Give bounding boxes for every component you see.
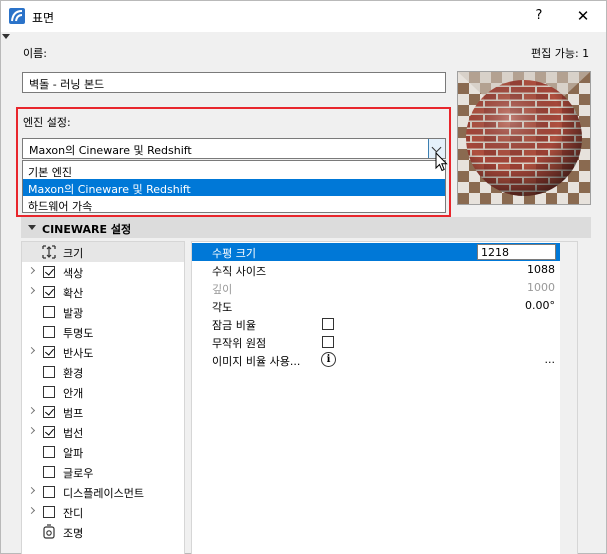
surface-dialog: 표면 ? ✕ 이름: 편집 가능: 1 벽돌 - 러닝 본드 엔진 설정: Ma…: [0, 0, 607, 554]
tree-item-color[interactable]: 색상: [22, 262, 184, 282]
light-icon: [43, 524, 55, 539]
tree-checkbox[interactable]: [43, 446, 55, 458]
close-button[interactable]: ✕: [571, 5, 595, 27]
tree-item-glow[interactable]: 글로우: [22, 462, 184, 482]
tree-checkbox[interactable]: [43, 506, 55, 518]
tree-checkbox[interactable]: [43, 266, 55, 278]
chevron-right-icon[interactable]: [27, 406, 36, 415]
tree-checkbox[interactable]: [43, 306, 55, 318]
tree-checkbox[interactable]: [43, 486, 55, 498]
channel-tree: 크기 색상 확산 발광 투명도 반사도 환경 안개 범프 법선 알파 글로우 디…: [21, 241, 185, 554]
prop-name: 무작위 원점: [212, 337, 267, 350]
tree-item-label: 투명도: [63, 327, 94, 340]
tree-checkbox[interactable]: [43, 406, 55, 418]
engine-select-value: Maxon의 Cineware 및 Redshift: [29, 144, 192, 157]
prop-name: 수직 사이즈: [212, 265, 267, 278]
tree-item-label: 조명: [63, 527, 84, 540]
prop-name: 수평 크기: [212, 247, 256, 260]
prop-row-use-image-ratio[interactable]: 이미지 비율 사용... i ...: [192, 351, 577, 369]
tree-checkbox[interactable]: [43, 366, 55, 378]
tree-item-label: 법선: [63, 427, 84, 440]
title-bar: 표면 ? ✕: [1, 1, 606, 32]
prop-name: 잠금 비율: [212, 319, 256, 332]
tree-checkbox[interactable]: [43, 326, 55, 338]
info-icon[interactable]: i: [321, 352, 336, 367]
prop-row-depth: 깊이 1000: [192, 279, 577, 297]
engine-option-basic[interactable]: 기본 엔진: [23, 162, 445, 179]
prop-value[interactable]: 1088: [527, 263, 555, 276]
prop-row-vertical-size[interactable]: 수직 사이즈 1088: [192, 261, 577, 279]
tree-item-label: 확산: [63, 287, 84, 300]
section-title: CINEWARE 설정: [42, 223, 132, 236]
tree-item-diffusion[interactable]: 확산: [22, 282, 184, 302]
tree-item-label: 안개: [63, 387, 84, 400]
tree-item-bump[interactable]: 범프: [22, 402, 184, 422]
editable-count: 편집 가능: 1: [531, 47, 590, 60]
tree-item-label: 알파: [63, 447, 84, 460]
name-label: 이름:: [23, 47, 47, 60]
tree-item-label: 범프: [63, 407, 84, 420]
engine-dropdown-list: 기본 엔진 Maxon의 Cineware 및 Redshift 하드웨어 가속: [22, 160, 446, 213]
engine-option-hardware[interactable]: 하드웨어 가속: [23, 196, 445, 213]
property-scrollbar[interactable]: [560, 242, 577, 554]
prop-row-lock-ratio[interactable]: 잠금 비율: [192, 315, 577, 333]
tree-item-environment[interactable]: 환경: [22, 362, 184, 382]
help-button[interactable]: ?: [527, 5, 551, 27]
lock-ratio-checkbox[interactable]: [322, 318, 334, 330]
tree-item-label: 환경: [63, 367, 84, 380]
prop-value: 1000: [527, 281, 555, 294]
collapse-arrow-icon[interactable]: [2, 34, 10, 39]
tree-item-label: 발광: [63, 307, 84, 320]
ellipsis-button[interactable]: ...: [545, 353, 556, 366]
tree-checkbox[interactable]: [43, 386, 55, 398]
tree-item-displacement[interactable]: 디스플레이스먼트: [22, 482, 184, 502]
chevron-right-icon[interactable]: [27, 506, 36, 515]
tree-item-label: 잔디: [63, 507, 84, 520]
section-collapse-icon[interactable]: [28, 225, 36, 230]
archicad-app-icon: [9, 8, 25, 24]
engine-option-cineware[interactable]: Maxon의 Cineware 및 Redshift: [23, 179, 445, 196]
tree-checkbox[interactable]: [43, 426, 55, 438]
tree-item-label: 디스플레이스먼트: [63, 487, 144, 500]
material-preview-image: [457, 71, 591, 205]
engine-settings-label: 엔진 설정:: [23, 116, 71, 129]
tree-item-grass[interactable]: 잔디: [22, 502, 184, 522]
prop-row-random-origin[interactable]: 무작위 원점: [192, 333, 577, 351]
horizontal-size-input[interactable]: 1218: [477, 244, 556, 260]
prop-name: 각도: [212, 301, 233, 314]
prop-name: 깊이: [212, 283, 233, 296]
tree-item-luminance[interactable]: 발광: [22, 302, 184, 322]
tree-item-illumination[interactable]: 조명: [22, 522, 184, 542]
random-origin-checkbox[interactable]: [322, 336, 334, 348]
prop-value[interactable]: 0.00°: [525, 299, 555, 312]
prop-row-angle[interactable]: 각도 0.00°: [192, 297, 577, 315]
surface-name-input[interactable]: 벽돌 - 러닝 본드: [22, 72, 446, 93]
prop-row-horizontal-size[interactable]: 수평 크기 1218: [192, 243, 577, 261]
chevron-right-icon[interactable]: [27, 346, 36, 355]
tree-checkbox[interactable]: [43, 346, 55, 358]
tree-item-transparency[interactable]: 투명도: [22, 322, 184, 342]
prop-name: 이미지 비율 사용...: [212, 355, 301, 368]
tree-item-label: 크기: [63, 247, 84, 260]
tree-checkbox[interactable]: [43, 466, 55, 478]
chevron-right-icon[interactable]: [27, 486, 36, 495]
mouse-cursor-icon: [435, 152, 448, 172]
tree-item-reflectance[interactable]: 반사도: [22, 342, 184, 362]
cineware-section-header[interactable]: CINEWARE 설정: [21, 217, 591, 238]
property-list: 수평 크기 1218 수직 사이즈 1088 깊이 1000 각도 0.00° …: [191, 241, 578, 554]
chevron-right-icon[interactable]: [27, 266, 36, 275]
tree-item-label: 색상: [63, 267, 84, 280]
chevron-right-icon[interactable]: [27, 286, 36, 295]
tree-item-fog[interactable]: 안개: [22, 382, 184, 402]
tree-item-size[interactable]: 크기: [22, 242, 184, 262]
chevron-right-icon[interactable]: [27, 426, 36, 435]
tree-item-alpha[interactable]: 알파: [22, 442, 184, 462]
tree-checkbox[interactable]: [43, 286, 55, 298]
resize-icon: [42, 245, 56, 259]
tree-item-normal[interactable]: 법선: [22, 422, 184, 442]
tree-item-label: 글로우: [63, 467, 94, 480]
window-title: 표면: [32, 11, 55, 25]
tree-item-label: 반사도: [63, 347, 94, 360]
engine-select[interactable]: Maxon의 Cineware 및 Redshift: [22, 138, 446, 159]
